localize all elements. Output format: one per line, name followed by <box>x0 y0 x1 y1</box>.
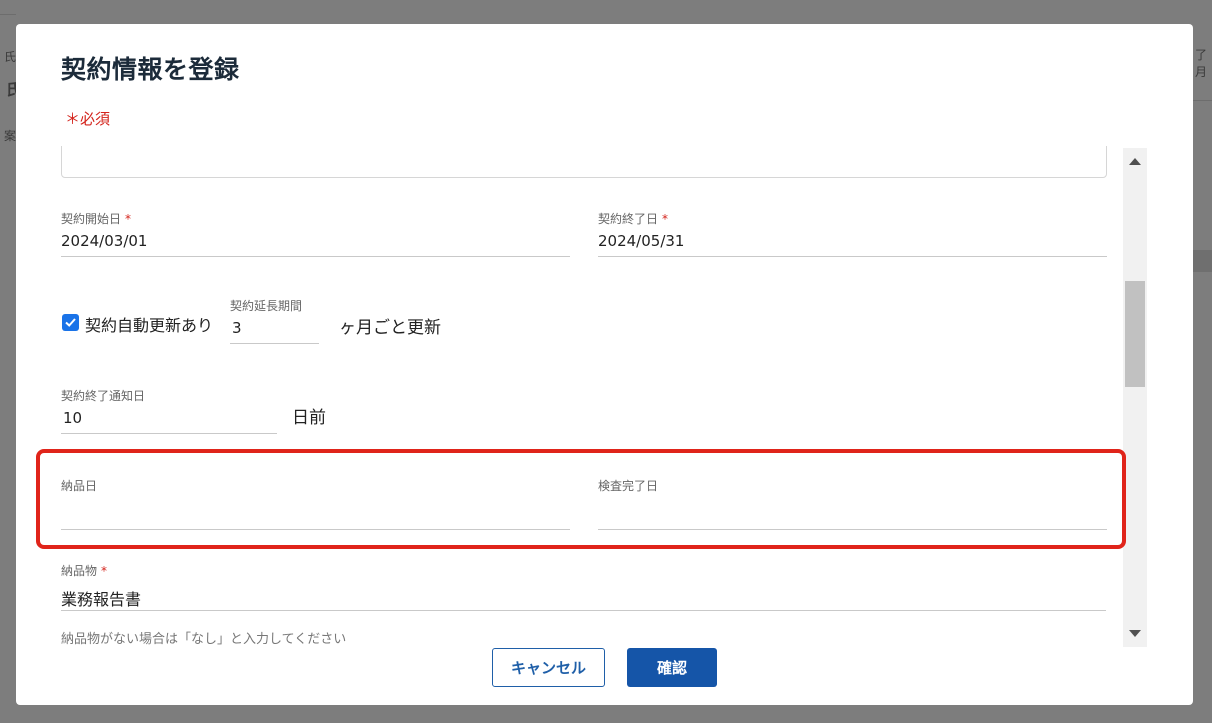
auto-renew-label[interactable]: 契約自動更新あり <box>85 312 213 336</box>
required-note: ＊必須 <box>65 110 111 128</box>
end-notice-field[interactable]: 契約終了通知日 10 <box>61 387 277 434</box>
vertical-scrollbar[interactable] <box>1123 148 1147 647</box>
required-star: * <box>125 212 132 226</box>
extension-period-field[interactable]: 契約延長期間 3 <box>230 297 319 344</box>
cancel-button[interactable]: キャンセル <box>492 648 605 687</box>
confirm-button[interactable]: 確認 <box>627 648 717 687</box>
dialog-title: 契約情報を登録 <box>61 55 240 84</box>
contract-end-input[interactable]: 2024/05/31 <box>598 226 1107 257</box>
background-divider <box>1193 100 1212 101</box>
auto-renew-checkbox[interactable] <box>62 314 79 331</box>
deliverable-field[interactable]: 納品物 * 業務報告書 <box>61 562 1106 611</box>
contract-start-label: 契約開始日 * <box>61 212 132 226</box>
scrollbar-thumb[interactable] <box>1125 281 1145 387</box>
contract-start-field[interactable]: 契約開始日 * 2024/03/01 <box>61 210 570 257</box>
background-panel <box>1193 250 1212 272</box>
background-divider <box>0 14 16 15</box>
form-scroll-area[interactable]: 契約開始日 * 2024/03/01 契約終了日 * 2024/05/31 契約自動… <box>61 146 1123 646</box>
contract-end-label: 契約終了日 * <box>598 212 669 226</box>
text-area-field[interactable] <box>61 146 1107 178</box>
end-notice-unit-text: 日前 <box>292 408 326 428</box>
contract-start-input[interactable]: 2024/03/01 <box>61 226 570 257</box>
end-notice-label: 契約終了通知日 <box>61 389 146 403</box>
end-notice-input[interactable]: 10 <box>61 403 277 434</box>
highlight-frame <box>36 449 1126 549</box>
required-star: * <box>101 564 108 578</box>
deliverable-helper-text: 納品物がない場合は「なし」と入力してください <box>61 632 347 646</box>
extension-period-label: 契約延長期間 <box>230 299 303 313</box>
required-star: * <box>662 212 669 226</box>
scroll-down-icon[interactable] <box>1129 630 1141 637</box>
scroll-up-icon[interactable] <box>1129 158 1141 165</box>
extension-unit-text: ヶ月ごと更新 <box>339 318 441 338</box>
deliverable-label: 納品物 * <box>61 564 108 578</box>
background-text-fragment: 了月 <box>1195 48 1208 79</box>
extension-period-input[interactable]: 3 <box>230 313 319 344</box>
contract-end-field[interactable]: 契約終了日 * 2024/05/31 <box>598 210 1107 257</box>
deliverable-input[interactable]: 業務報告書 <box>61 578 1106 611</box>
background-text-fragment: 氏 <box>4 50 17 64</box>
background-text-fragment: 案 <box>4 129 17 143</box>
register-contract-dialog: 契約情報を登録 ＊必須 契約開始日 * 2024/03/01 契約終了日 * 202… <box>16 24 1193 705</box>
check-icon <box>65 318 76 327</box>
